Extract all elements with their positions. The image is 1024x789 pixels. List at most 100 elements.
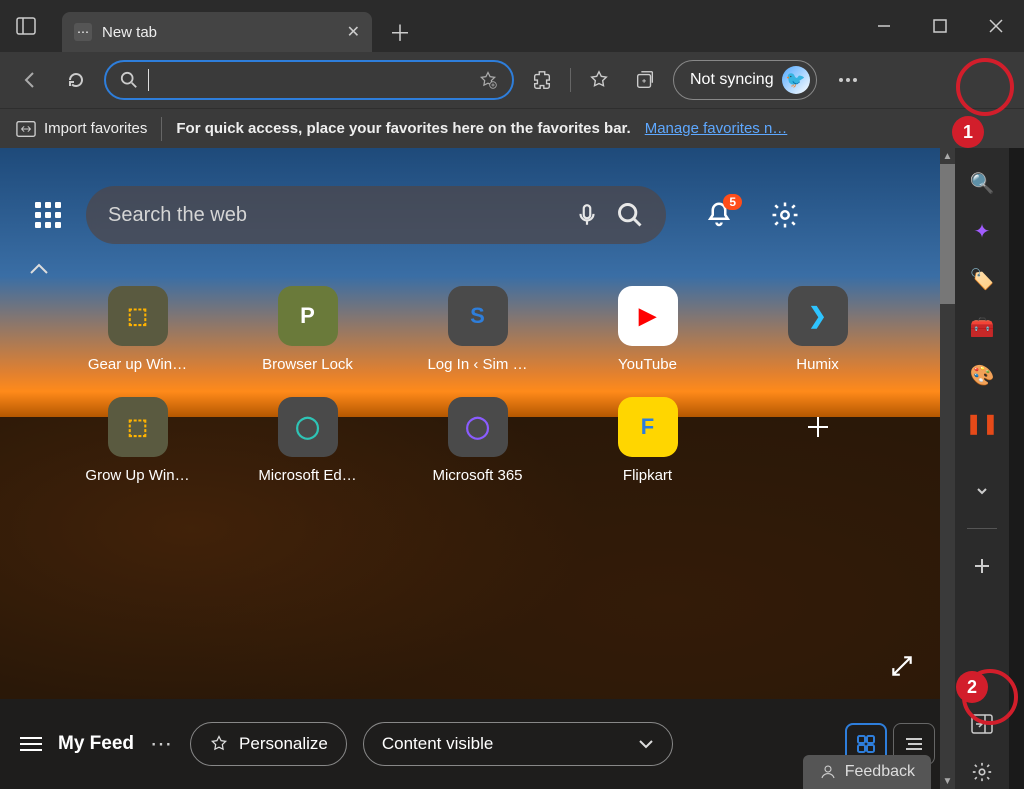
quick-link-tile[interactable]: F Flipkart [573, 397, 723, 484]
tile-label: YouTube [618, 356, 677, 373]
office-icon[interactable]: ❚❚ [965, 406, 999, 440]
notifications-count: 5 [723, 194, 742, 210]
new-tab-page: Search the web 5 ⬚Gear up Win…PBrowser L… [0, 148, 955, 789]
sidebar-add-button[interactable] [965, 549, 999, 583]
personalize-label: Personalize [239, 734, 328, 754]
favbar-hint: For quick access, place your favorites h… [176, 120, 630, 137]
quick-link-tile[interactable]: ❯ Humix [743, 286, 893, 373]
quick-link-tile[interactable]: ⬚ Grow Up Win… [63, 397, 213, 484]
feed-menu-button[interactable] [20, 737, 42, 751]
tile-label: Microsoft Ed… [258, 467, 356, 484]
feed-bar: My Feed ⋯ Personalize Content visible [0, 699, 955, 789]
favbar-separator [161, 117, 162, 141]
address-bar[interactable] [104, 60, 514, 100]
quick-link-tile[interactable]: SLog In ‹ Sim … [403, 286, 553, 373]
tile-label: Gear up Win… [88, 356, 187, 373]
notifications-button[interactable]: 5 [704, 200, 734, 230]
import-icon [16, 120, 36, 138]
quick-link-tile[interactable]: ▶ YouTube [573, 286, 723, 373]
feedback-button[interactable]: Feedback [803, 755, 931, 789]
tile-label: Microsoft 365 [432, 467, 522, 484]
tile-label: Grow Up Win… [85, 467, 189, 484]
hide-sidebar-button[interactable] [965, 707, 999, 741]
favorites-button[interactable] [581, 62, 617, 98]
expand-button[interactable] [889, 653, 915, 679]
profile-avatar-icon: 🐦 [782, 66, 810, 94]
title-bar: ⋯ New tab ✕ ＋ [0, 0, 1024, 52]
sparkle-icon[interactable]: ✦ [965, 214, 999, 248]
add-quick-link-button[interactable] [743, 397, 893, 484]
search-icon[interactable]: 🔍 [965, 166, 999, 200]
tile-icon: ⬚ [127, 414, 148, 440]
maximize-button[interactable] [912, 0, 968, 52]
search-icon [120, 71, 138, 89]
chevron-down-icon [638, 739, 654, 749]
feedback-label: Feedback [845, 763, 915, 781]
star-icon [209, 734, 229, 754]
quick-link-tile[interactable]: ◯ Microsoft Ed… [233, 397, 383, 484]
browser-tab[interactable]: ⋯ New tab ✕ [62, 12, 372, 52]
profile-button[interactable]: Not syncing 🐦 [673, 60, 817, 100]
tile-label: Browser Lock [262, 356, 353, 373]
settings-and-more-button[interactable] [827, 59, 869, 101]
close-tab-button[interactable]: ✕ [347, 22, 360, 42]
voice-search-icon[interactable] [574, 202, 600, 228]
scroll-thumb[interactable] [940, 164, 955, 304]
annotation-badge-1: 1 [952, 116, 984, 148]
import-favorites-button[interactable]: Import favorites [16, 120, 147, 138]
tile-icon: F [641, 414, 654, 440]
sidebar-separator [967, 528, 997, 529]
feed-title: My Feed [58, 733, 134, 755]
quick-links-grid: ⬚Gear up Win…PBrowser LockSLog In ‹ Sim … [28, 286, 927, 484]
quick-link-tile[interactable]: ◯ Microsoft 365 [403, 397, 553, 484]
page-scrollbar[interactable]: ▲ ▼ [940, 148, 955, 789]
page-settings-button[interactable] [770, 200, 800, 230]
tile-icon: ▶ [639, 303, 656, 329]
quick-link-tile[interactable]: ⬚Gear up Win… [63, 286, 213, 373]
favorite-star-icon[interactable] [478, 70, 498, 90]
close-window-button[interactable] [968, 0, 1024, 52]
personalize-button[interactable]: Personalize [190, 722, 347, 766]
tab-title: New tab [102, 24, 337, 41]
gear-icon [770, 200, 800, 230]
collapse-tiles-button[interactable] [28, 262, 927, 276]
sidebar-settings-button[interactable] [965, 755, 999, 789]
tile-icon: ◯ [295, 414, 320, 440]
back-button[interactable] [12, 62, 48, 98]
search-submit-icon[interactable] [616, 201, 644, 229]
collections-button[interactable] [627, 62, 663, 98]
content-visible-dropdown[interactable]: Content visible [363, 722, 673, 766]
tile-label: Log In ‹ Sim … [427, 356, 527, 373]
scroll-up-icon[interactable]: ▲ [940, 148, 955, 164]
tile-icon: P [300, 303, 315, 329]
sync-status-label: Not syncing [690, 71, 774, 89]
games-icon[interactable]: 🎨 [965, 358, 999, 392]
tile-label: Humix [796, 356, 839, 373]
new-tab-button[interactable]: ＋ [380, 12, 420, 52]
import-favorites-label: Import favorites [44, 120, 147, 137]
feedback-icon [819, 763, 837, 781]
main-area: Search the web 5 ⬚Gear up Win…PBrowser L… [0, 148, 1024, 789]
vertical-tabs-button[interactable] [0, 0, 52, 52]
toolbar-separator [570, 68, 571, 92]
quick-link-tile[interactable]: P Browser Lock [233, 286, 383, 373]
app-launcher-button[interactable] [28, 195, 68, 235]
search-placeholder: Search the web [108, 204, 558, 227]
minimize-button[interactable] [856, 0, 912, 52]
shopping-icon[interactable]: 🧰 [965, 310, 999, 344]
refresh-button[interactable] [58, 62, 94, 98]
sidebar-more-button[interactable] [965, 474, 999, 508]
favorites-bar: Import favorites For quick access, place… [0, 108, 1024, 148]
feed-more-button[interactable]: ⋯ [150, 731, 174, 757]
tile-icon: ❯ [808, 303, 826, 329]
manage-favorites-link[interactable]: Manage favorites n… [645, 120, 788, 137]
tag-icon[interactable]: 🏷️ [965, 262, 999, 296]
annotation-badge-2: 2 [956, 671, 988, 703]
text-cursor [148, 69, 149, 91]
extensions-button[interactable] [524, 62, 560, 98]
content-visible-label: Content visible [382, 734, 494, 754]
scroll-down-icon[interactable]: ▼ [940, 773, 955, 789]
tile-label: Flipkart [623, 467, 672, 484]
web-search-input[interactable]: Search the web [86, 186, 666, 244]
tile-icon: ◯ [465, 414, 490, 440]
